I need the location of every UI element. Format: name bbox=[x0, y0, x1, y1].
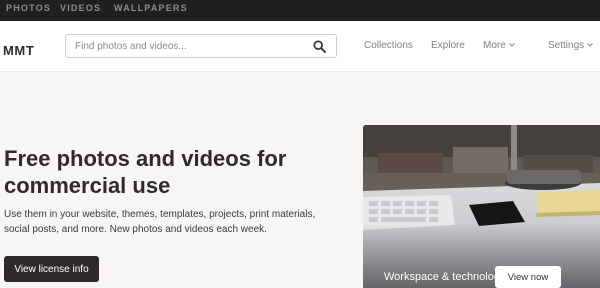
nav-more-label: More bbox=[483, 40, 506, 51]
nav-settings[interactable]: Settings bbox=[548, 40, 594, 51]
chevron-down-icon bbox=[508, 43, 515, 48]
nav-explore[interactable]: Explore bbox=[431, 40, 465, 51]
top-nav-photos[interactable]: PHOTOS bbox=[6, 3, 51, 13]
hero-subtitle: Use them in your website, themes, templa… bbox=[4, 209, 316, 235]
search-icon[interactable] bbox=[313, 40, 326, 53]
featured-caption: Workspace & technology bbox=[384, 271, 506, 283]
site-logo[interactable]: MMT bbox=[3, 43, 34, 58]
featured-photo bbox=[363, 125, 600, 288]
nav-settings-label: Settings bbox=[548, 40, 585, 51]
top-nav-videos[interactable]: VIDEOS bbox=[60, 3, 101, 13]
main-navbar: MMT Collections Explore More Settings bbox=[0, 21, 600, 72]
hero-title: Free photos and videos for commercial us… bbox=[4, 146, 287, 198]
featured-collection-card[interactable]: Workspace & technology View now bbox=[363, 125, 600, 288]
view-license-button[interactable]: View license info bbox=[4, 256, 99, 282]
search-box bbox=[65, 34, 337, 58]
nav-more[interactable]: More bbox=[483, 40, 516, 51]
view-now-button[interactable]: View now bbox=[495, 266, 561, 288]
chevron-down-icon bbox=[587, 43, 593, 48]
top-nav-wallpapers[interactable]: WALLPAPERS bbox=[114, 3, 188, 13]
nav-collections[interactable]: Collections bbox=[364, 40, 413, 51]
search-input[interactable] bbox=[75, 39, 305, 53]
top-bar: PHOTOS VIDEOS WALLPAPERS bbox=[0, 0, 600, 21]
